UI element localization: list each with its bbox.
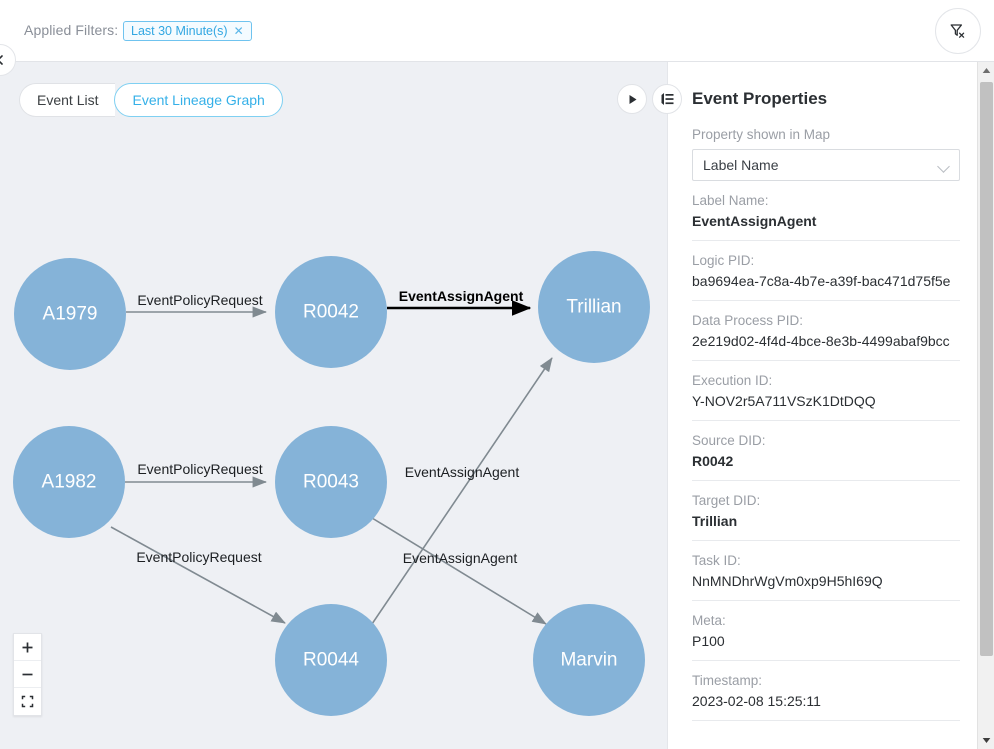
property-row-logic-pid: Logic PID: ba9694ea-7c8a-4b7e-a39f-bac47…	[692, 241, 960, 301]
property-row-label-name: Label Name: EventAssignAgent	[692, 181, 960, 241]
event-properties-content: Event Properties Property shown in Map L…	[668, 62, 978, 721]
scroll-down-button[interactable]	[978, 732, 994, 749]
tab-event-list[interactable]: Event List	[19, 83, 115, 117]
chevron-left-icon	[0, 54, 6, 66]
graph-node-Marvin[interactable]: Marvin	[533, 604, 645, 716]
tab-event-lineage-graph[interactable]: Event Lineage Graph	[114, 83, 282, 117]
minus-icon	[21, 668, 34, 681]
graph-node-label: R0044	[303, 650, 359, 671]
property-key: Execution ID:	[692, 373, 960, 388]
graph-node-label: A1982	[42, 472, 97, 493]
graph-node-label: Marvin	[560, 650, 617, 671]
property-value: 2e219d02-4f4d-4bce-8e3b-4499abaf9bcc	[692, 333, 960, 349]
edge-label-R0044-Trillian: EventAssignAgent	[403, 550, 518, 566]
property-key: Label Name:	[692, 193, 960, 208]
edge-R0043-Marvin[interactable]	[372, 518, 546, 624]
property-value: Y-NOV2r5A711VSzK1DtDQQ	[692, 393, 960, 409]
zoom-in-button[interactable]	[14, 634, 41, 661]
property-row-meta: Meta: P100	[692, 601, 960, 661]
tab-label: Event Lineage Graph	[132, 92, 264, 108]
graph-node-Trillian[interactable]: Trillian	[538, 251, 650, 363]
property-key: Timestamp:	[692, 673, 960, 688]
zoom-out-button[interactable]	[14, 661, 41, 688]
property-row-execution-id: Execution ID: Y-NOV2r5A711VSzK1DtDQQ	[692, 361, 960, 421]
edge-label-A1982-R0044: EventPolicyRequest	[136, 549, 261, 565]
fullscreen-icon	[21, 695, 34, 708]
property-row-timestamp: Timestamp: 2023-02-08 15:25:11	[692, 661, 960, 721]
graph-node-A1982[interactable]: A1982	[13, 426, 125, 538]
graph-node-label: R0042	[303, 302, 359, 323]
property-shown-label: Property shown in Map	[692, 127, 954, 142]
event-lineage-page: Applied Filters: Last 30 Minute(s) ✕	[0, 0, 994, 749]
applied-filters-bar: Applied Filters: Last 30 Minute(s) ✕	[0, 0, 994, 62]
property-value: Trillian	[692, 513, 960, 529]
edge-R0044-Trillian[interactable]	[372, 358, 552, 624]
event-properties-panel: Event Properties Property shown in Map L…	[667, 62, 994, 749]
property-row-target-did: Target DID: Trillian	[692, 481, 960, 541]
property-value: R0042	[692, 453, 960, 469]
graph-node-A1979[interactable]: A1979	[14, 258, 126, 370]
property-key: Target DID:	[692, 493, 960, 508]
chevron-down-icon	[937, 160, 950, 173]
edge-label-R0043-Marvin: EventAssignAgent	[405, 464, 520, 480]
zoom-controls	[13, 633, 42, 716]
plus-icon	[21, 641, 34, 654]
panel-scrollbar[interactable]	[977, 62, 994, 749]
scroll-up-button[interactable]	[978, 62, 994, 79]
filter-chip-last-30-minutes[interactable]: Last 30 Minute(s) ✕	[123, 21, 252, 41]
filter-remove-icon	[948, 21, 968, 41]
edge-A1982-R0044[interactable]	[111, 527, 285, 623]
fit-to-screen-button[interactable]	[14, 688, 41, 715]
graph-node-R0043[interactable]: R0043	[275, 426, 387, 538]
graph-node-label: A1979	[43, 304, 98, 325]
property-row-data-process-pid: Data Process PID: 2e219d02-4f4d-4bce-8e3…	[692, 301, 960, 361]
tab-label: Event List	[37, 92, 98, 108]
property-shown-value: Label Name	[703, 157, 779, 173]
property-shown-select[interactable]: Label Name	[692, 149, 960, 181]
list-detail-icon	[660, 92, 675, 106]
property-value: NnMNDhrWgVm0xp9H5hI69Q	[692, 573, 960, 589]
caret-up-icon	[982, 67, 991, 74]
toggle-details-button[interactable]	[652, 84, 682, 114]
graph-node-R0042[interactable]: R0042	[275, 256, 387, 368]
filter-chip-label: Last 30 Minute(s)	[131, 24, 228, 38]
property-value: EventAssignAgent	[692, 213, 960, 229]
property-key: Logic PID:	[692, 253, 960, 268]
play-animation-button[interactable]	[617, 84, 647, 114]
graph-nodes: A1979 R0042 Trillian A1982 R0043	[13, 251, 650, 716]
edge-label-R0042-Trillian: EventAssignAgent	[399, 288, 524, 304]
property-row-source-did: Source DID: R0042	[692, 421, 960, 481]
applied-filters-label: Applied Filters:	[24, 22, 118, 38]
graph-node-R0044[interactable]: R0044	[275, 604, 387, 716]
scrollbar-thumb[interactable]	[980, 82, 993, 656]
lineage-graph-svg[interactable]: A1979 R0042 Trillian A1982 R0043	[0, 62, 667, 749]
play-icon	[626, 93, 639, 106]
property-key: Meta:	[692, 613, 960, 628]
close-icon[interactable]: ✕	[234, 24, 244, 38]
property-value: 2023-02-08 15:25:11	[692, 693, 960, 709]
clear-filters-button[interactable]	[935, 8, 981, 54]
property-key: Data Process PID:	[692, 313, 960, 328]
lineage-graph-canvas[interactable]: A1979 R0042 Trillian A1982 R0043	[0, 62, 667, 749]
graph-node-label: R0043	[303, 472, 359, 493]
view-tabs: Event List Event Lineage Graph	[19, 83, 283, 117]
property-row-task-id: Task ID: NnMNDhrWgVm0xp9H5hI69Q	[692, 541, 960, 601]
property-key: Task ID:	[692, 553, 960, 568]
edge-label-A1979-R0042: EventPolicyRequest	[137, 292, 262, 308]
graph-node-label: Trillian	[566, 297, 621, 318]
property-value: ba9694ea-7c8a-4b7e-a39f-bac471d75f5e	[692, 273, 960, 289]
property-key: Source DID:	[692, 433, 960, 448]
caret-down-icon	[982, 737, 991, 744]
panel-title: Event Properties	[692, 89, 954, 109]
edge-label-A1982-R0043: EventPolicyRequest	[137, 461, 262, 477]
property-value: P100	[692, 633, 960, 649]
